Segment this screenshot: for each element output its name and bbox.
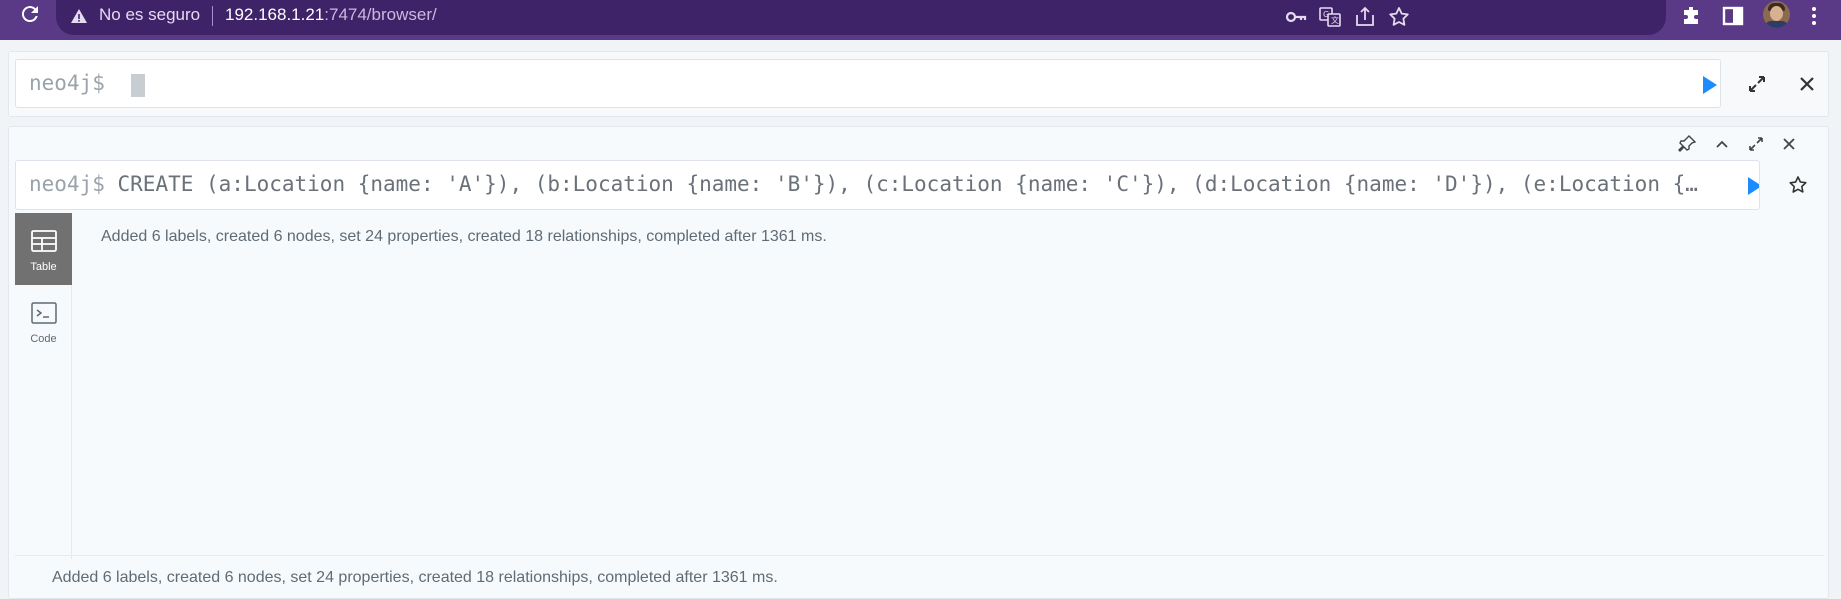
translate-icon[interactable]: G文 bbox=[1318, 5, 1342, 29]
bookmark-star-icon[interactable] bbox=[1387, 5, 1411, 29]
expand-frame-icon[interactable] bbox=[1745, 133, 1767, 155]
close-frame-icon[interactable] bbox=[1778, 133, 1800, 155]
fullscreen-icon[interactable] bbox=[1745, 72, 1769, 96]
query-editor[interactable]: neo4j$ CREATE (a:Location {name: 'A'}), … bbox=[15, 160, 1760, 210]
editor-frame: neo4j$ bbox=[8, 51, 1829, 117]
result-frame: neo4j$ CREATE (a:Location {name: 'A'}), … bbox=[8, 126, 1829, 599]
query-prompt: neo4j$ bbox=[29, 172, 105, 196]
table-icon bbox=[31, 230, 57, 252]
address-bar[interactable]: No es seguro 192.168.1.21:7474/browser/ … bbox=[56, 0, 1666, 35]
share-icon[interactable] bbox=[1353, 5, 1377, 29]
code-icon bbox=[31, 302, 57, 324]
browser-toolbar: No es seguro 192.168.1.21:7474/browser/ … bbox=[0, 0, 1841, 40]
result-view-tabs: Table Code bbox=[15, 213, 72, 559]
status-summary: Added 6 labels, created 6 nodes, set 24 … bbox=[52, 569, 778, 586]
rerun-button[interactable] bbox=[1741, 173, 1759, 199]
tab-table[interactable]: Table bbox=[15, 213, 72, 285]
key-icon[interactable] bbox=[1284, 5, 1308, 29]
query-line[interactable]: neo4j$ CREATE (a:Location {name: 'A'}), … bbox=[29, 172, 1719, 196]
svg-text:文: 文 bbox=[1331, 15, 1339, 25]
url-path: :7474/browser/ bbox=[324, 5, 437, 24]
status-bar: Added 6 labels, created 6 nodes, set 24 … bbox=[15, 555, 1824, 599]
text-cursor bbox=[131, 74, 145, 97]
menu-icon[interactable] bbox=[1802, 4, 1826, 28]
divider bbox=[212, 6, 213, 26]
tab-code-label: Code bbox=[30, 333, 57, 345]
profile-avatar[interactable] bbox=[1763, 1, 1790, 28]
pin-icon[interactable] bbox=[1676, 133, 1698, 155]
run-button[interactable] bbox=[1696, 72, 1722, 98]
url-text[interactable]: 192.168.1.21:7474/browser/ bbox=[225, 5, 437, 25]
reload-icon[interactable] bbox=[18, 2, 42, 26]
warning-icon[interactable] bbox=[70, 7, 88, 25]
favorite-star-icon[interactable] bbox=[1786, 173, 1810, 197]
query-text: CREATE (a:Location {name: 'A'}), (b:Loca… bbox=[117, 172, 1698, 196]
svg-text:G: G bbox=[1323, 10, 1329, 19]
security-label[interactable]: No es seguro bbox=[99, 5, 200, 25]
editor-prompt: neo4j$ bbox=[29, 71, 105, 95]
cypher-editor[interactable]: neo4j$ bbox=[15, 59, 1721, 108]
sidepanel-icon[interactable] bbox=[1721, 4, 1745, 28]
url-host: 192.168.1.21 bbox=[225, 5, 325, 24]
extensions-icon[interactable] bbox=[1680, 4, 1704, 28]
close-icon[interactable] bbox=[1795, 72, 1819, 96]
tab-code[interactable]: Code bbox=[15, 285, 72, 357]
result-summary: Added 6 labels, created 6 nodes, set 24 … bbox=[101, 228, 827, 245]
tab-table-label: Table bbox=[30, 261, 57, 273]
collapse-icon[interactable] bbox=[1711, 133, 1733, 155]
